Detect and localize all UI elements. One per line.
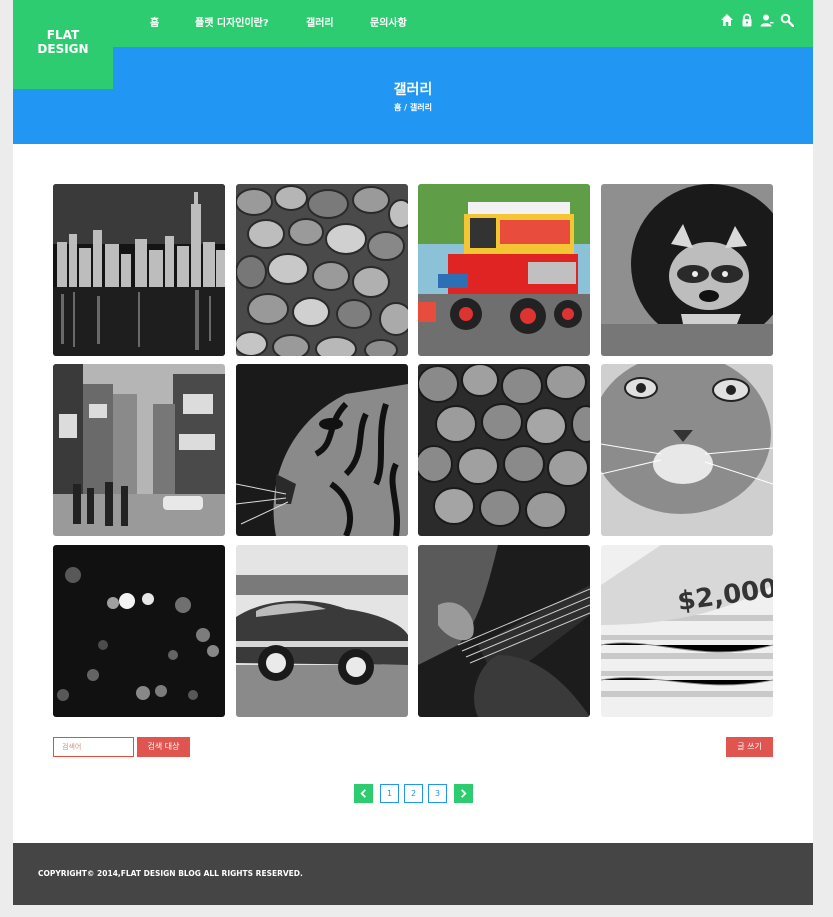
home-icon[interactable] xyxy=(720,13,734,27)
top-nav-bar: FLAT DESIGN 홈 플랫 디자인이란? 갤러리 문의사항 xyxy=(13,0,813,89)
gallery-item-vintage-car[interactable] xyxy=(236,545,408,717)
chevron-right-icon xyxy=(461,789,467,798)
search-button[interactable]: 검색 대상 xyxy=(137,737,190,757)
next-page-button[interactable] xyxy=(454,784,473,803)
footer: COPYRIGHT© 2014,FLAT DESIGN BLOG ALL RIG… xyxy=(13,843,813,905)
search-icon[interactable] xyxy=(780,13,794,27)
chevron-left-icon xyxy=(360,789,366,798)
nav-item-gallery[interactable]: 갤러리 xyxy=(306,14,334,29)
header-icons xyxy=(720,13,794,27)
gallery-item-strawberries[interactable] xyxy=(418,364,590,536)
gallery-grid: $2,000 xyxy=(53,184,773,717)
copyright-text: COPYRIGHT© 2014,FLAT DESIGN BLOG ALL RIG… xyxy=(38,869,303,878)
page-1-button[interactable]: 1 xyxy=(380,784,399,803)
gallery-item-city-skyline[interactable] xyxy=(53,184,225,356)
gallery-item-raccoon[interactable] xyxy=(601,184,773,356)
user-icon[interactable] xyxy=(760,13,774,27)
breadcrumb: 홈 / 갤러리 xyxy=(394,103,432,112)
page-banner: 갤러리 홈 / 갤러리 xyxy=(13,47,813,144)
page-title: 갤러리 xyxy=(393,82,433,98)
gallery-item-money[interactable]: $2,000 xyxy=(601,545,773,717)
lock-icon[interactable] xyxy=(740,13,754,27)
nav-item-about[interactable]: 플랫 디자인이란? xyxy=(195,14,269,29)
gallery-item-bokeh[interactable] xyxy=(53,545,225,717)
search-input[interactable] xyxy=(53,737,134,757)
nav-item-contact[interactable]: 문의사항 xyxy=(370,14,407,29)
logo-line-2: DESIGN xyxy=(37,42,89,56)
gallery-item-jeep[interactable] xyxy=(418,184,590,356)
pagination: 1 2 3 xyxy=(354,784,478,803)
gallery-item-city-street[interactable] xyxy=(53,364,225,536)
logo-line-1: FLAT xyxy=(46,28,80,42)
page-2-button[interactable]: 2 xyxy=(404,784,423,803)
gallery-item-pebbles[interactable] xyxy=(236,184,408,356)
gallery-item-guitar[interactable] xyxy=(418,545,590,717)
page-3-button[interactable]: 3 xyxy=(428,784,447,803)
page: FLAT DESIGN 홈 플랫 디자인이란? 갤러리 문의사항 갤러리 홈 /… xyxy=(13,0,813,905)
gallery-item-tiger[interactable] xyxy=(236,364,408,536)
write-button[interactable]: 글 쓰기 xyxy=(726,737,773,757)
gallery-item-cat[interactable] xyxy=(601,364,773,536)
prev-page-button[interactable] xyxy=(354,784,373,803)
nav-item-home[interactable]: 홈 xyxy=(150,14,159,29)
logo[interactable]: FLAT DESIGN xyxy=(13,0,113,89)
